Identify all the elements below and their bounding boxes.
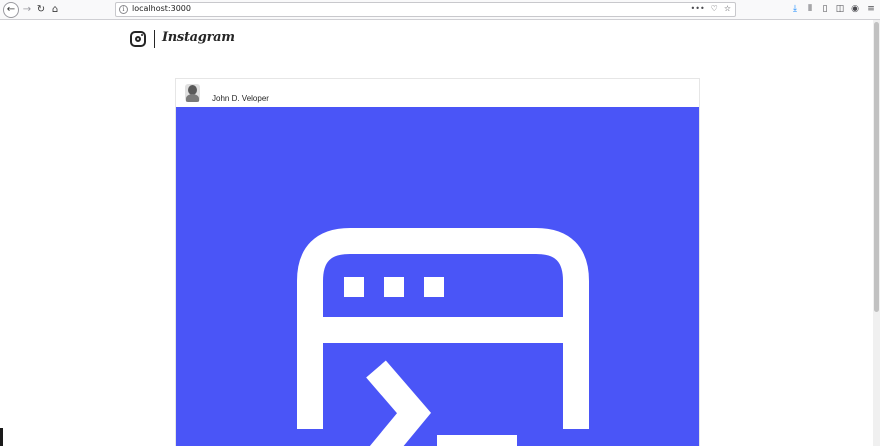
instagram-camera-icon[interactable]	[130, 31, 146, 47]
browser-toolbar: ← → ↻ ⌂ i localhost:3000 ••• ♡ ☆ ⤓ ⫴ ▯ ◫…	[0, 0, 880, 20]
home-button[interactable]: ⌂	[48, 3, 62, 17]
extension-icon[interactable]: ◉	[850, 4, 860, 15]
library-icon[interactable]: ⫴	[805, 4, 815, 15]
scrollbar-thumb[interactable]	[874, 22, 879, 312]
post-header: John D. Veloper	[176, 79, 699, 107]
window-edge-marker	[0, 428, 3, 446]
forward-button[interactable]: →	[20, 3, 34, 17]
page-actions-icon[interactable]: •••	[691, 4, 705, 13]
header-divider	[154, 30, 155, 48]
window-dot-1	[344, 277, 364, 297]
avatar[interactable]	[185, 84, 200, 102]
back-button[interactable]: ←	[3, 2, 19, 18]
avatar-body	[186, 94, 199, 102]
url-bar[interactable]: i localhost:3000 ••• ♡ ☆	[115, 2, 736, 17]
forward-arrow-icon: →	[22, 4, 32, 15]
site-info-icon[interactable]: i	[119, 5, 128, 14]
prompt-cursor	[437, 435, 517, 446]
sidebar-icon[interactable]: ▯	[820, 4, 830, 15]
post-image[interactable]	[176, 107, 699, 446]
camera-lens	[135, 36, 141, 42]
bookmark-star-icon[interactable]: ☆	[724, 4, 731, 13]
post-username[interactable]: John D. Veloper	[212, 94, 269, 103]
page-scrollbar[interactable]	[873, 20, 880, 446]
screenshot-icon[interactable]: ◫	[835, 4, 845, 15]
reload-button[interactable]: ↻	[34, 3, 48, 17]
window-titlebar-divider	[310, 317, 576, 343]
post-card: John D. Veloper	[175, 78, 700, 446]
instagram-wordmark[interactable]: Instagram	[162, 30, 235, 45]
window-dot-3	[424, 277, 444, 297]
url-actions: ••• ♡ ☆	[691, 4, 732, 13]
reload-icon: ↻	[36, 4, 46, 15]
app-header: Instagram	[0, 20, 880, 60]
menu-icon[interactable]: ≡	[866, 4, 876, 15]
download-icon[interactable]: ⤓	[790, 4, 800, 15]
home-icon: ⌂	[51, 4, 59, 15]
prompt-chevron	[366, 360, 432, 446]
pocket-icon[interactable]: ♡	[711, 4, 718, 13]
terminal-window-icon	[297, 228, 589, 446]
camera-dot	[141, 34, 143, 36]
back-arrow-icon: ←	[6, 4, 16, 15]
url-text[interactable]: localhost:3000	[132, 4, 191, 13]
window-dot-2	[384, 277, 404, 297]
